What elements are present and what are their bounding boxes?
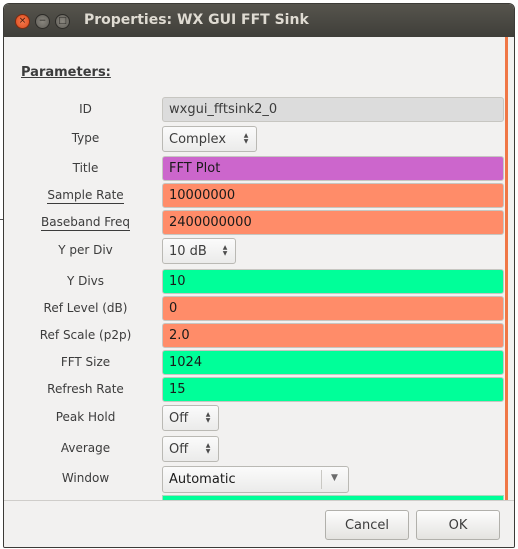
spin-arrows-icon: ▲ ▼ bbox=[205, 442, 211, 455]
param-row-baseband-freq: Baseband Freq 2400000000 bbox=[8, 210, 508, 236]
param-row-average: Average Off ▲ ▼ bbox=[8, 436, 508, 462]
spin-arrows-icon: ▲ ▼ bbox=[205, 411, 211, 424]
close-icon: × bbox=[18, 16, 27, 26]
ok-button[interactable]: OK bbox=[416, 510, 500, 540]
y-divs-label: Y Divs bbox=[66, 274, 105, 288]
spin-arrows-icon: ▲ ▼ bbox=[243, 132, 249, 145]
close-window-button[interactable]: × bbox=[15, 14, 30, 29]
y-per-div-combo[interactable]: 10 dB ▲ ▼ bbox=[162, 238, 236, 264]
param-row-fft-size: FFT Size 1024 bbox=[8, 350, 508, 376]
dialog-button-bar: Cancel OK bbox=[4, 500, 514, 547]
type-combo[interactable]: Complex ▲ ▼ bbox=[162, 126, 257, 152]
ref-scale-label: Ref Scale (p2p) bbox=[39, 328, 132, 342]
y-divs-field[interactable]: 10 bbox=[162, 269, 504, 294]
refresh-rate-field[interactable]: 15 bbox=[162, 377, 504, 402]
param-row-ref-level: Ref Level (dB) 0 bbox=[8, 296, 508, 322]
sample-rate-label-text: Sample Rate bbox=[47, 188, 124, 204]
minimize-icon: − bbox=[38, 16, 47, 26]
param-row-refresh-rate: Refresh Rate 15 bbox=[8, 377, 508, 403]
title-bar[interactable]: × − □ Properties: WX GUI FFT Sink bbox=[4, 4, 514, 37]
sample-rate-field[interactable]: 10000000 bbox=[162, 183, 504, 208]
y-per-div-value: 10 dB bbox=[169, 244, 207, 259]
param-row-ref-scale: Ref Scale (p2p) 2.0 bbox=[8, 323, 508, 349]
type-label: Type bbox=[71, 131, 100, 145]
param-row-peak-hold: Peak Hold Off ▲ ▼ bbox=[8, 405, 508, 431]
refresh-rate-label: Refresh Rate bbox=[47, 382, 124, 396]
peak-hold-label: Peak Hold bbox=[55, 410, 116, 424]
ref-level-label: Ref Level (dB) bbox=[43, 301, 128, 315]
average-combo[interactable]: Off ▲ ▼ bbox=[162, 436, 219, 462]
id-label: ID bbox=[79, 102, 92, 116]
maximize-icon: □ bbox=[58, 16, 67, 26]
fft-size-label: FFT Size bbox=[60, 355, 111, 369]
baseband-freq-label-text: Baseband Freq bbox=[41, 215, 130, 231]
average-label: Average bbox=[60, 441, 111, 455]
peak-hold-value: Off bbox=[169, 411, 189, 426]
type-value: Complex bbox=[169, 132, 227, 147]
window-label: Window bbox=[61, 471, 110, 485]
fft-size-field[interactable]: 1024 bbox=[162, 350, 504, 375]
properties-dialog: × − □ Properties: WX GUI FFT Sink Parame… bbox=[3, 3, 515, 548]
ref-scale-field[interactable]: 2.0 bbox=[162, 323, 504, 348]
parameters-heading: Parameters: bbox=[21, 65, 111, 80]
parameters-panel: Parameters: ID wxgui_fftsink2_0 Type Com… bbox=[8, 37, 508, 500]
id-field[interactable]: wxgui_fftsink2_0 bbox=[162, 97, 504, 122]
spin-arrows-icon: ▲ ▼ bbox=[222, 244, 228, 257]
ref-level-field[interactable]: 0 bbox=[162, 296, 504, 321]
param-row-y-per-div: Y per Div 10 dB ▲ ▼ bbox=[8, 238, 508, 264]
baseband-freq-label: Baseband Freq bbox=[8, 215, 163, 231]
title-label: Title bbox=[72, 161, 99, 175]
average-value: Off bbox=[169, 442, 189, 457]
param-row-type: Type Complex ▲ ▼ bbox=[8, 126, 508, 152]
y-per-div-label: Y per Div bbox=[58, 243, 113, 257]
window-dropdown[interactable]: Automatic ▼ bbox=[162, 466, 349, 493]
maximize-window-button[interactable]: □ bbox=[55, 14, 70, 29]
sample-rate-label: Sample Rate bbox=[8, 188, 163, 204]
baseband-freq-field[interactable]: 2400000000 bbox=[162, 210, 504, 235]
param-row-window: Window Automatic ▼ bbox=[8, 466, 508, 493]
param-row-id: ID wxgui_fftsink2_0 bbox=[8, 97, 508, 123]
param-row-y-divs: Y Divs 10 bbox=[8, 269, 508, 295]
cancel-button[interactable]: Cancel bbox=[325, 510, 409, 540]
peak-hold-combo[interactable]: Off ▲ ▼ bbox=[162, 405, 219, 431]
dropdown-separator bbox=[321, 470, 322, 489]
minimize-window-button[interactable]: − bbox=[35, 14, 50, 29]
window-value: Automatic bbox=[169, 472, 236, 487]
param-row-sample-rate: Sample Rate 10000000 bbox=[8, 183, 508, 209]
title-field[interactable]: FFT Plot bbox=[162, 156, 504, 181]
window-title: Properties: WX GUI FFT Sink bbox=[84, 12, 309, 28]
chevron-down-icon: ▼ bbox=[331, 473, 338, 483]
param-row-title: Title FFT Plot bbox=[8, 156, 508, 182]
